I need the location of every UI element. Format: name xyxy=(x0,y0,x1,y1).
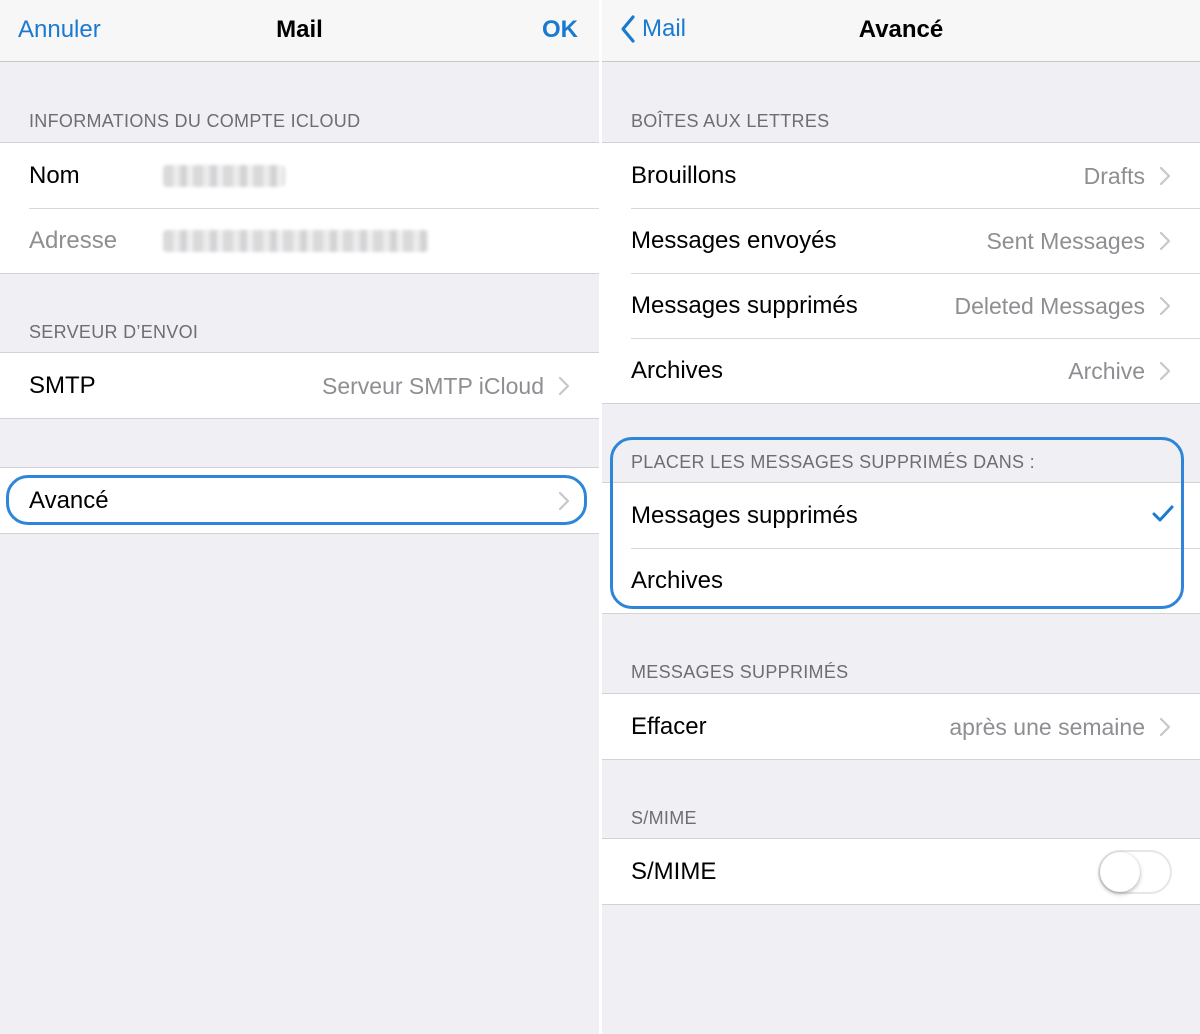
chevron-right-icon xyxy=(1159,231,1171,251)
chevron-right-icon xyxy=(1159,296,1171,316)
ok-button[interactable]: OK xyxy=(542,16,578,44)
smtp-value: Serveur SMTP iCloud xyxy=(322,373,544,399)
nom-row[interactable]: Nom xyxy=(0,143,599,208)
option-row-messages-supprimes[interactable]: Messages supprimés xyxy=(602,483,1200,548)
section-header-placer: PLACER LES MESSAGES SUPPRIMÉS DANS : xyxy=(631,452,1035,472)
option-label: Archives xyxy=(631,567,724,594)
mail-account-pane: Annuler Mail OK INFORMATIONS DU COMPTE I… xyxy=(0,0,599,1034)
toggle-knob xyxy=(1100,852,1140,892)
smime-label: S/MIME xyxy=(631,858,717,885)
move-deleted-group: Messages supprimés Archives xyxy=(602,482,1200,614)
mailbox-value: Deleted Messages xyxy=(954,293,1146,319)
section-header-envoi: SERVEUR D’ENVOI xyxy=(29,322,199,342)
mailbox-value: Archive xyxy=(1068,358,1145,384)
advanced-settings-pane: Mail Avancé BOÎTES AUX LETTRES Brouillon… xyxy=(602,0,1200,1034)
mailbox-value: Sent Messages xyxy=(986,228,1145,254)
mailbox-row-supprimes[interactable]: Messages supprimés Deleted Messages xyxy=(602,273,1200,338)
mailboxes-group: Brouillons Drafts Messages envoyés Sent … xyxy=(602,142,1200,404)
mailbox-label: Messages envoyés xyxy=(631,227,837,254)
mailbox-label: Archives xyxy=(631,357,724,384)
deleted-messages-group: Effacer après une semaine xyxy=(602,693,1200,760)
smime-row: S/MIME xyxy=(602,839,1200,904)
section-header-icloud: INFORMATIONS DU COMPTE ICLOUD xyxy=(29,111,361,131)
mailbox-row-brouillons[interactable]: Brouillons Drafts xyxy=(602,143,1200,208)
nom-value-blurred xyxy=(163,165,285,187)
avance-row[interactable]: Avancé xyxy=(0,468,599,533)
chevron-right-icon xyxy=(1159,717,1171,737)
nav-bar: Annuler Mail OK xyxy=(0,0,599,62)
outgoing-server-group: SMTP Serveur SMTP iCloud xyxy=(0,352,599,419)
chevron-right-icon xyxy=(558,491,570,511)
section-header-boites: BOÎTES AUX LETTRES xyxy=(631,111,830,131)
option-label: Messages supprimés xyxy=(631,502,858,529)
mailbox-row-envoyes[interactable]: Messages envoyés Sent Messages xyxy=(602,208,1200,273)
smime-group: S/MIME xyxy=(602,838,1200,905)
smtp-row[interactable]: SMTP Serveur SMTP iCloud xyxy=(0,353,599,418)
adresse-row[interactable]: Adresse xyxy=(0,208,599,273)
chevron-right-icon xyxy=(558,376,570,396)
section-header-smime: S/MIME xyxy=(631,808,697,828)
nom-label: Nom xyxy=(29,162,80,189)
smtp-label: SMTP xyxy=(29,372,96,399)
advanced-group: Avancé xyxy=(0,467,599,534)
adresse-label: Adresse xyxy=(29,227,118,254)
option-row-archives[interactable]: Archives xyxy=(602,548,1200,613)
section-header-supprimes: MESSAGES SUPPRIMÉS xyxy=(631,662,849,682)
mailbox-value: Drafts xyxy=(1083,163,1145,189)
mailbox-label: Brouillons xyxy=(631,162,737,189)
effacer-value: après une semaine xyxy=(949,714,1145,740)
nav-bar: Mail Avancé xyxy=(602,0,1200,62)
page-title: Mail xyxy=(276,16,323,43)
chevron-right-icon xyxy=(1159,361,1171,381)
checkmark-icon xyxy=(1152,505,1174,522)
chevron-right-icon xyxy=(1159,166,1171,186)
adresse-value-blurred xyxy=(163,230,428,252)
effacer-label: Effacer xyxy=(631,713,707,740)
page-title: Avancé xyxy=(858,16,944,43)
smime-toggle[interactable] xyxy=(1098,850,1172,894)
mailbox-label: Messages supprimés xyxy=(631,292,858,319)
avance-label: Avancé xyxy=(29,487,109,514)
effacer-row[interactable]: Effacer après une semaine xyxy=(602,694,1200,759)
mailbox-row-archives[interactable]: Archives Archive xyxy=(602,338,1200,403)
icloud-info-group: Nom Adresse xyxy=(0,142,599,274)
